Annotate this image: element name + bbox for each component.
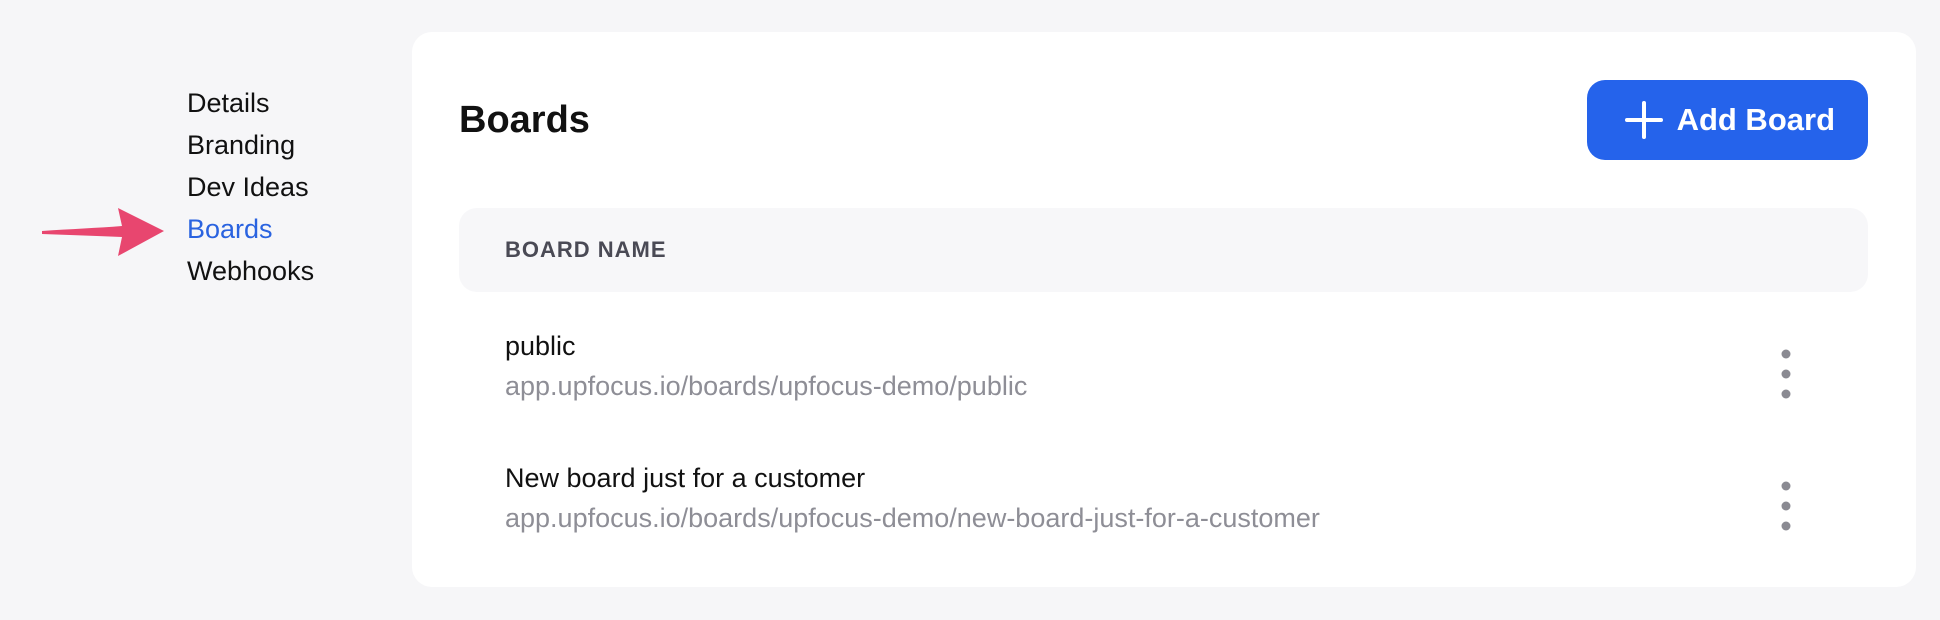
table-header: BOARD NAME [459,208,1868,292]
more-vertical-icon [1781,349,1791,399]
settings-page: Details Branding Dev Ideas Boards Webhoo… [0,0,1940,620]
table-row[interactable]: New board just for a customer app.upfocu… [459,450,1868,582]
board-url: app.upfocus.io/boards/upfocus-demo/publi… [505,371,1028,401]
card-header: Boards Add Board [459,80,1868,160]
board-url: app.upfocus.io/boards/upfocus-demo/new-b… [505,503,1320,533]
boards-list: public app.upfocus.io/boards/upfocus-dem… [459,318,1868,582]
pointer-arrow-icon [42,208,164,256]
row-actions-button[interactable] [1774,478,1798,534]
plus-icon [1624,101,1663,139]
sidebar-item-boards[interactable]: Boards [187,208,314,250]
page-title: Boards [459,98,590,141]
table-row[interactable]: public app.upfocus.io/boards/upfocus-dem… [459,318,1868,450]
row-actions-button[interactable] [1774,346,1798,402]
add-board-button[interactable]: Add Board [1586,80,1868,160]
sidebar-item-dev-ideas[interactable]: Dev Ideas [187,166,314,208]
add-board-label: Add Board [1676,102,1835,137]
more-vertical-icon [1781,481,1791,531]
sidebar-item-webhooks[interactable]: Webhooks [187,250,314,292]
board-name[interactable]: public [505,318,1868,366]
sidebar-item-branding[interactable]: Branding [187,124,314,166]
boards-card: Boards Add Board BOARD NAME public app.u… [412,32,1916,587]
settings-sidebar: Details Branding Dev Ideas Boards Webhoo… [187,82,314,292]
column-header-board-name: BOARD NAME [505,237,667,262]
sidebar-item-details[interactable]: Details [187,82,314,124]
board-name[interactable]: New board just for a customer [505,450,1868,498]
